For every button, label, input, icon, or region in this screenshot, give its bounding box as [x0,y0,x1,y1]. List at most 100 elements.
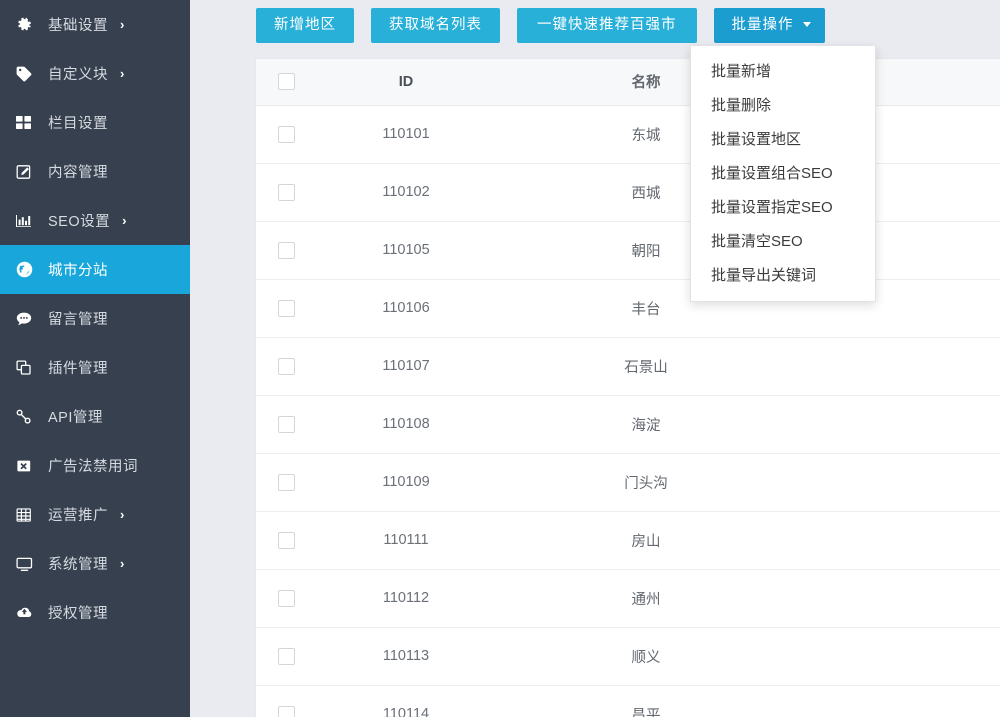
row-checkbox[interactable] [277,415,295,433]
chevron-right-icon: › [120,507,125,522]
row-checkbox[interactable] [277,299,295,317]
grid-blocks-icon [16,113,40,133]
cell-name: 门头沟 [496,453,796,512]
sidebar-item-3[interactable]: 栏目设置 [0,98,190,147]
x-square-icon [16,456,40,476]
sidebar-item-13[interactable]: 授权管理 [0,588,190,637]
select-all-checkbox[interactable] [277,73,295,91]
row-select-cell [256,279,316,338]
cell-id: 110113 [316,627,496,686]
batch-action-dropdown: 批量新增 批量删除 批量设置地区 批量设置组合SEO 批量设置指定SEO 批量清空SEO 批… [690,46,876,302]
cell-extra [796,627,1000,686]
cell-name: 昌平 [496,685,796,717]
sidebar-item-1[interactable]: 基础设置 › [0,0,190,49]
batch-action-label: 批量操作 [731,17,794,33]
row-checkbox[interactable] [277,705,295,717]
chevron-right-icon: › [122,213,127,228]
cell-id: 110105 [316,221,496,280]
table-row[interactable]: 110112 通州 [256,569,1000,628]
row-checkbox[interactable] [277,125,295,143]
table-card: ID 名称 110101东城c110102西城110105朝阳110106丰台1… [256,58,1000,717]
add-region-button[interactable]: 新增地区 [256,8,354,43]
gear-icon [16,15,40,35]
cell-id: 110111 [316,511,496,570]
table-row[interactable]: 110105 朝阳 [256,221,1000,280]
monitor-icon [16,554,40,574]
dropdown-item-3[interactable]: 批量设置地区 [691,123,875,157]
table-row[interactable]: 110113 顺义 [256,627,1000,686]
cloud-upload-icon [16,603,40,623]
column-header-id[interactable]: ID [316,59,496,106]
toolbar: 新增地区 获取域名列表 一键快速推荐百强市 批量操作 [256,8,825,43]
cell-extra [796,569,1000,628]
regions-table: ID 名称 110101东城c110102西城110105朝阳110106丰台1… [256,59,1000,717]
cell-id: 110102 [316,163,496,222]
sidebar-item-label: 栏目设置 [48,116,108,132]
dropdown-item-1[interactable]: 批量新增 [691,55,875,89]
row-select-cell [256,105,316,164]
dropdown-item-7[interactable]: 批量导出关键词 [691,259,875,293]
sidebar-item-4[interactable]: 内容管理 [0,147,190,196]
row-select-cell [256,453,316,512]
content-area: 新增地区 获取域名列表 一键快速推荐百强市 批量操作 ID 名称 110101 … [190,0,1000,717]
table-row[interactable]: 110108 海淀 [256,395,1000,454]
cell-id: 110114 [316,685,496,717]
get-domain-list-button[interactable]: 获取域名列表 [371,8,500,43]
chevron-right-icon: › [120,17,125,32]
table-row[interactable]: 110111 房山 [256,511,1000,570]
dropdown-item-6[interactable]: 批量清空SEO [691,225,875,259]
sidebar-item-2[interactable]: 自定义块 › [0,49,190,98]
cell-id: 110107 [316,337,496,396]
chevron-right-icon: › [120,556,125,571]
sidebar-item-label: 留言管理 [48,312,108,328]
cell-name: 海淀 [496,395,796,454]
row-checkbox[interactable] [277,531,295,549]
sidebar-item-12[interactable]: 系统管理 › [0,539,190,588]
sidebar-item-11[interactable]: 运营推广 › [0,490,190,539]
dropdown-item-4[interactable]: 批量设置组合SEO [691,157,875,191]
layers-icon [16,358,40,378]
sidebar-item-6[interactable]: 城市分站 [0,245,190,294]
sidebar-item-label: 内容管理 [48,165,108,181]
sidebar-item-8[interactable]: 插件管理 [0,343,190,392]
sidebar-item-label: 系统管理 [48,557,108,573]
sidebar-item-label: 授权管理 [48,606,108,622]
row-checkbox[interactable] [277,473,295,491]
row-select-cell [256,511,316,570]
sidebar-item-label: SEO设置 [48,214,111,230]
table-row[interactable]: 110106 丰台 [256,279,1000,338]
cell-id: 110112 [316,569,496,628]
table-row[interactable]: 110107石景山s [256,337,1000,396]
table-row[interactable]: 110101东城c [256,105,1000,164]
bar-chart-icon [16,211,40,231]
cell-extra [796,395,1000,454]
globe-icon [16,260,40,280]
cell-extra: n [796,453,1000,512]
recommend-top100-button[interactable]: 一键快速推荐百强市 [517,8,697,43]
select-all-header [256,59,316,106]
row-checkbox[interactable] [277,357,295,375]
table-row[interactable]: 110109门头沟n [256,453,1000,512]
sidebar-item-7[interactable]: 留言管理 [0,294,190,343]
chevron-right-icon: › [120,66,125,81]
cell-name: 通州 [496,569,796,628]
dropdown-item-2[interactable]: 批量删除 [691,89,875,123]
sidebar-item-10[interactable]: 广告法禁用词 [0,441,190,490]
table-header: ID 名称 [256,59,1000,106]
sidebar-item-5[interactable]: SEO设置 › [0,196,190,245]
row-checkbox[interactable] [277,183,295,201]
admin-page: 基础设置 › 自定义块 › 栏目设置内容管理 SEO设置 › 城市分站留言管理插件管理 API管… [0,0,1000,717]
dropdown-item-5[interactable]: 批量设置指定SEO [691,191,875,225]
table-header-row: ID 名称 [256,59,1000,106]
table-row[interactable]: 110102 西城 [256,163,1000,222]
chevron-down-icon [802,21,811,27]
row-checkbox[interactable] [277,647,295,665]
row-checkbox[interactable] [277,241,295,259]
sidebar-item-9[interactable]: API管理 [0,392,190,441]
cell-name: 顺义 [496,627,796,686]
batch-action-button[interactable]: 批量操作 [713,8,825,43]
sidebar: 基础设置 › 自定义块 › 栏目设置内容管理 SEO设置 › 城市分站留言管理插件管理 API管… [0,0,190,717]
cell-extra [796,511,1000,570]
table-row[interactable]: 110114 昌平 [256,685,1000,717]
row-checkbox[interactable] [277,589,295,607]
